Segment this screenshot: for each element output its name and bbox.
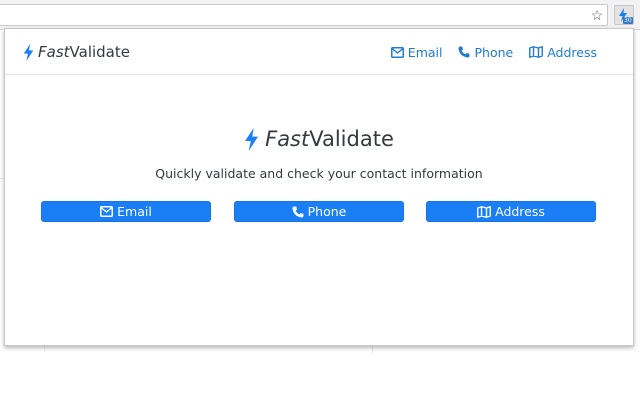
email-button-label: Email	[117, 204, 152, 219]
email-button[interactable]: Email	[41, 201, 211, 222]
extension-popup: Fast Validate Email Phone Address Fast Val…	[4, 28, 634, 346]
address-button-label: Address	[495, 204, 545, 219]
extension-badge: 30	[623, 17, 633, 24]
phone-button-label: Phone	[307, 204, 347, 219]
hero-brand-validate: Validate	[309, 127, 394, 151]
background-divider	[372, 346, 373, 354]
address-bar[interactable]	[0, 4, 608, 26]
navbar: Fast Validate Email Phone Address	[5, 29, 633, 75]
nav-phone-link[interactable]: Phone	[458, 44, 513, 60]
hero-brand: Fast Validate	[5, 125, 633, 153]
map-icon	[477, 205, 492, 218]
phone-icon	[292, 206, 304, 217]
brand-fast: Fast	[38, 43, 70, 61]
nav-address-link[interactable]: Address	[529, 44, 597, 60]
background-divider	[44, 346, 45, 352]
map-icon	[529, 46, 544, 58]
extension-button[interactable]: 30	[614, 5, 634, 25]
nav-phone-label: Phone	[474, 44, 514, 60]
address-button[interactable]: Address	[426, 201, 596, 222]
envelope-icon	[100, 206, 114, 217]
envelope-icon	[390, 46, 404, 58]
hero-subtitle: Quickly validate and check your contact …	[155, 166, 483, 181]
nav-email-link[interactable]: Email	[390, 44, 443, 60]
phone-icon	[458, 46, 470, 58]
navbar-brand[interactable]: Fast Validate	[23, 42, 130, 62]
phone-button[interactable]: Phone	[234, 201, 404, 222]
nav-address-label: Address	[547, 44, 597, 60]
browser-toolbar: ☆ 30	[0, 0, 640, 30]
nav-email-label: Email	[407, 44, 443, 60]
star-icon[interactable]: ☆	[589, 7, 605, 23]
hero-brand-fast: Fast	[265, 127, 310, 151]
brand-validate: Validate	[69, 43, 130, 61]
bolt-icon	[23, 43, 34, 61]
nav-links: Email Phone Address	[390, 44, 597, 60]
bolt-icon	[245, 127, 259, 151]
